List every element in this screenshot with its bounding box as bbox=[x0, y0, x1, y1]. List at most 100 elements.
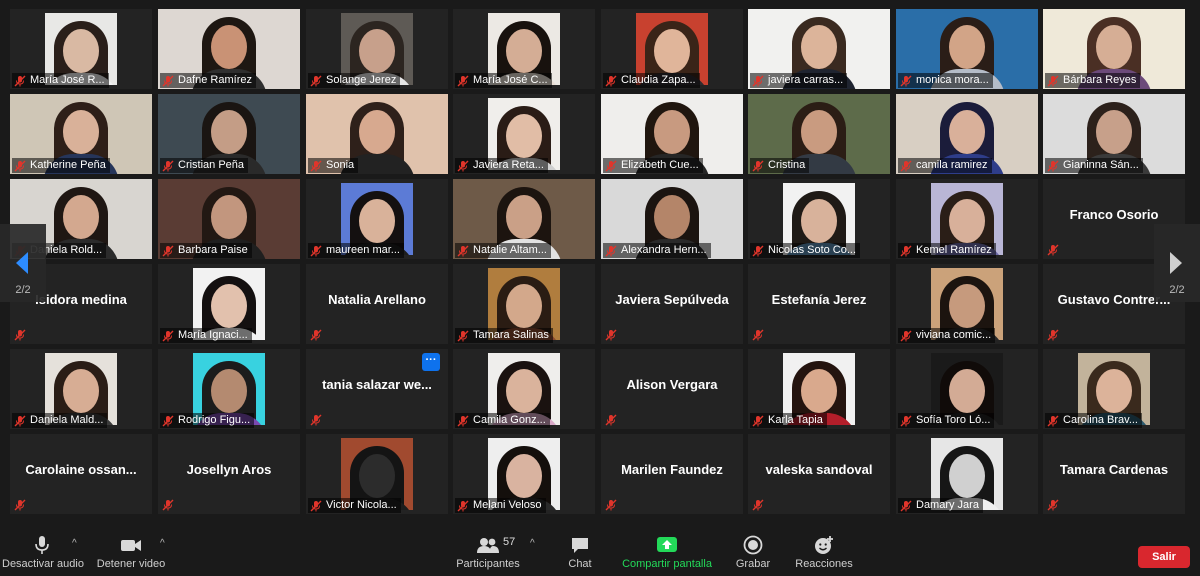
participant-name-tag: Gianinna Sán... bbox=[1045, 158, 1143, 173]
participant-tile[interactable]: Sonia bbox=[306, 94, 448, 174]
muted-mic-icon bbox=[310, 414, 322, 426]
share-screen-button[interactable]: Compartir pantalla bbox=[620, 534, 714, 574]
participant-tile[interactable]: Rodrigo Figu... bbox=[158, 349, 300, 429]
muted-mic-icon bbox=[310, 245, 322, 256]
participant-tile[interactable]: valeska sandoval bbox=[748, 434, 890, 514]
participant-tile[interactable]: Victor Nicola... bbox=[306, 434, 448, 514]
participant-tile[interactable]: Nicolas Soto Co... bbox=[748, 179, 890, 259]
participant-tile[interactable]: tania salazar we... ··· bbox=[306, 349, 448, 429]
participant-tile[interactable]: maureen mar... bbox=[306, 179, 448, 259]
participant-tile[interactable]: Cristian Peña bbox=[158, 94, 300, 174]
participant-name: Claudia Zapa... bbox=[621, 74, 696, 86]
participant-tile[interactable]: María Ignaci... bbox=[158, 264, 300, 344]
participant-name-tag: Alexandra Hern... bbox=[603, 243, 711, 258]
participants-options-caret[interactable]: ^ bbox=[530, 538, 535, 549]
participant-tile[interactable]: Melani Veloso bbox=[453, 434, 595, 514]
participant-name: valeska sandoval bbox=[765, 462, 873, 477]
previous-page-button[interactable]: 2/2 bbox=[0, 224, 46, 302]
participant-name: Carolaine ossan... bbox=[25, 462, 137, 477]
participant-name-tag: Rodrigo Figu... bbox=[160, 413, 255, 428]
participant-name: Nicolas Soto Co... bbox=[768, 244, 857, 256]
participant-tile[interactable]: Estefanía Jerez bbox=[748, 264, 890, 344]
participant-tile[interactable]: Cristina bbox=[748, 94, 890, 174]
video-options-caret[interactable]: ^ bbox=[160, 538, 165, 549]
reactions-button[interactable]: Reacciones bbox=[792, 534, 856, 574]
participant-name-tag: maureen mar... bbox=[308, 243, 404, 258]
participant-name-tag: Carolina Brav... bbox=[1045, 413, 1142, 428]
participant-tile[interactable]: Alison Vergara bbox=[601, 349, 743, 429]
participant-name-tag: Damary Jara bbox=[898, 498, 983, 513]
participant-name: Rodrigo Figu... bbox=[178, 414, 251, 426]
participant-name-tag: María José C... bbox=[455, 73, 552, 88]
muted-mic-icon bbox=[162, 75, 174, 86]
participant-name: Alexandra Hern... bbox=[621, 244, 707, 256]
participant-tile[interactable]: Daniela Mald... bbox=[10, 349, 152, 429]
muted-mic-icon bbox=[752, 245, 764, 256]
participant-tile[interactable]: camila ramirez bbox=[896, 94, 1038, 174]
participant-tile[interactable]: Barbara Paise bbox=[158, 179, 300, 259]
participant-tile[interactable]: Tamara Cardenas bbox=[1043, 434, 1185, 514]
muted-mic-icon bbox=[457, 500, 469, 511]
participant-tile[interactable]: monica mora... bbox=[896, 9, 1038, 89]
participant-tile[interactable]: María José C... bbox=[453, 9, 595, 89]
stop-video-button[interactable]: Detener video bbox=[94, 534, 168, 574]
participant-name: Katherine Peña bbox=[30, 159, 106, 171]
participant-tile[interactable]: Alexandra Hern... bbox=[601, 179, 743, 259]
participant-tile[interactable]: Camila Gonz... bbox=[453, 349, 595, 429]
participant-name-tag: Solange Jerez bbox=[308, 73, 401, 88]
more-options-button[interactable]: ··· bbox=[422, 353, 440, 371]
participant-name-tag: Barbara Paise bbox=[160, 243, 252, 258]
participant-tile[interactable]: javiera carras... bbox=[748, 9, 890, 89]
participant-name-tag: Daniela Mald... bbox=[12, 413, 108, 428]
record-button[interactable]: Grabar bbox=[732, 534, 774, 574]
muted-mic-icon bbox=[457, 75, 469, 86]
muted-mic-icon bbox=[605, 414, 617, 426]
participant-name-tag: Camila Gonz... bbox=[455, 413, 550, 428]
participant-tile[interactable]: Bárbara Reyes bbox=[1043, 9, 1185, 89]
participant-tile[interactable]: Solange Jerez bbox=[306, 9, 448, 89]
participant-name: Marilen Faundez bbox=[621, 462, 723, 477]
participant-tile[interactable]: María José R... bbox=[10, 9, 152, 89]
participant-name: Josellyn Aros bbox=[186, 462, 272, 477]
leave-meeting-button[interactable]: Salir bbox=[1138, 546, 1190, 568]
smiley-add-icon bbox=[815, 536, 833, 554]
chat-bubble-icon bbox=[572, 538, 588, 553]
participant-tile[interactable]: Carolina Brav... bbox=[1043, 349, 1185, 429]
participant-tile[interactable]: Dafne Ramírez bbox=[158, 9, 300, 89]
muted-mic-icon bbox=[457, 330, 469, 341]
participant-tile[interactable]: Kemel Ramírez bbox=[896, 179, 1038, 259]
participant-tile[interactable]: Damary Jara bbox=[896, 434, 1038, 514]
page-indicator: 2/2 bbox=[15, 284, 31, 296]
participant-tile[interactable]: Katherine Peña bbox=[10, 94, 152, 174]
participant-tile[interactable]: Karla Tapia bbox=[748, 349, 890, 429]
participant-tile[interactable]: Sofía Toro Ló... bbox=[896, 349, 1038, 429]
muted-mic-icon bbox=[457, 415, 469, 426]
muted-mic-icon bbox=[1047, 415, 1059, 426]
participant-tile[interactable]: Natalia Arellano bbox=[306, 264, 448, 344]
participant-tile[interactable]: Javiera Sepúlveda bbox=[601, 264, 743, 344]
participant-tile[interactable]: Carolaine ossan... bbox=[10, 434, 152, 514]
next-page-button[interactable]: 2/2 bbox=[1154, 224, 1200, 302]
muted-mic-icon bbox=[14, 499, 26, 511]
participant-tile[interactable]: Elizabeth Cue... bbox=[601, 94, 743, 174]
participant-name-tag: Karla Tapia bbox=[750, 413, 827, 428]
record-icon bbox=[743, 535, 763, 555]
participant-tile[interactable]: Marilen Faundez bbox=[601, 434, 743, 514]
participant-tile[interactable]: Natalie Altam... bbox=[453, 179, 595, 259]
chat-label: Chat bbox=[568, 558, 592, 570]
participant-tile[interactable]: Josellyn Aros bbox=[158, 434, 300, 514]
participant-tile[interactable]: viviana comic... bbox=[896, 264, 1038, 344]
participant-tile[interactable]: Gianinna Sán... bbox=[1043, 94, 1185, 174]
participant-name-tag: Kemel Ramírez bbox=[898, 243, 996, 258]
participant-name-tag: Sofía Toro Ló... bbox=[898, 413, 995, 428]
zoom-meeting-window: María José R... Dafne Ramírez Solange Jere… bbox=[0, 0, 1200, 576]
mute-audio-button[interactable]: Desactivar audio bbox=[2, 534, 84, 574]
participant-tile[interactable]: Claudia Zapa... bbox=[601, 9, 743, 89]
participant-tile[interactable]: Tamara Salinas bbox=[453, 264, 595, 344]
chat-button[interactable]: Chat bbox=[560, 534, 600, 574]
participant-tile[interactable]: Javiera Reta... bbox=[453, 94, 595, 174]
muted-mic-icon bbox=[1047, 329, 1059, 341]
participant-name: Estefanía Jerez bbox=[771, 292, 867, 307]
participant-name: Kemel Ramírez bbox=[916, 244, 992, 256]
audio-options-caret[interactable]: ^ bbox=[72, 538, 77, 549]
